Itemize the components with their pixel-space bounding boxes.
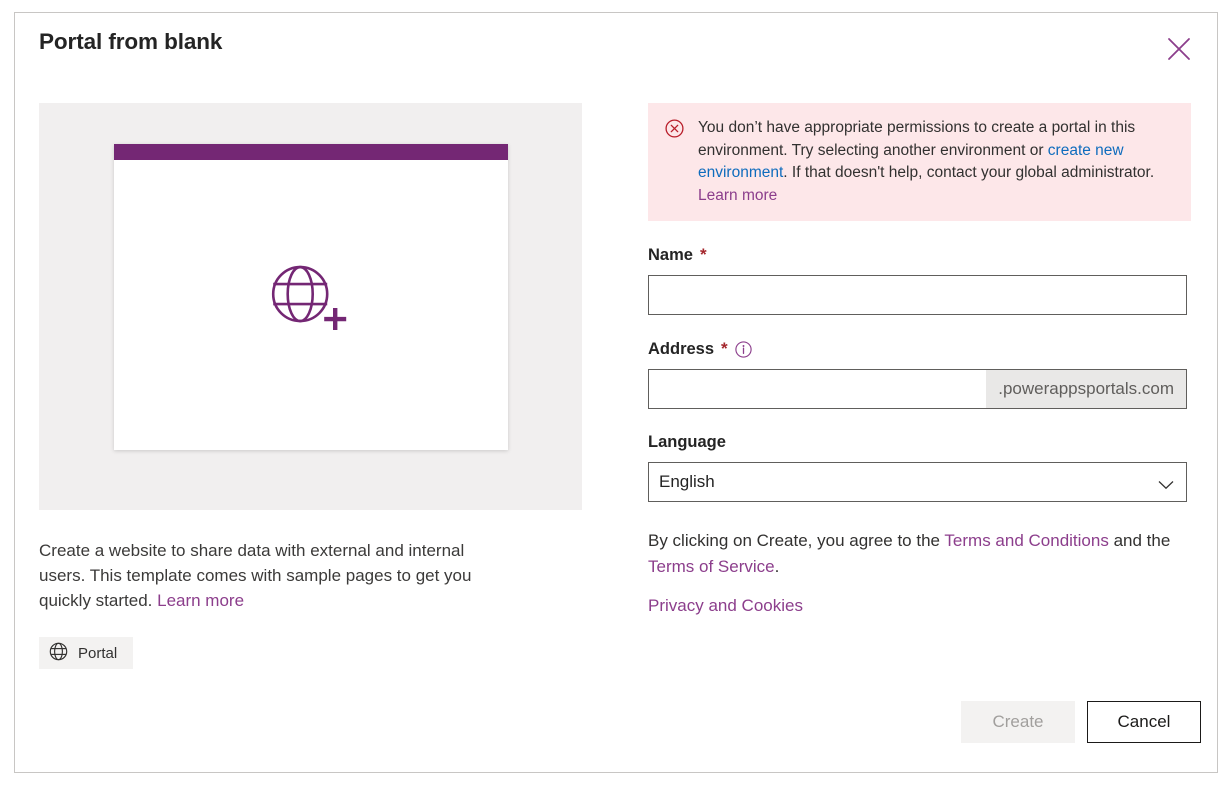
address-label: Address [648, 339, 715, 358]
language-selected-value: English [659, 472, 715, 491]
address-domain-suffix: .powerappsportals.com [986, 370, 1186, 408]
template-tag-label: Portal [78, 644, 118, 662]
privacy-and-cookies-link[interactable]: Privacy and Cookies [648, 596, 803, 616]
terms-part1: By clicking on Create, you agree to the [648, 531, 945, 550]
dialog-header: Portal from blank [15, 13, 1217, 87]
page-title: Portal from blank [39, 29, 223, 54]
globe-icon [49, 642, 68, 665]
info-icon[interactable] [734, 340, 752, 358]
error-text-part2: . If that doesn't help, contact your glo… [783, 164, 1155, 181]
name-field-group: Name * [648, 245, 1193, 315]
name-label-row: Name * [648, 245, 1193, 265]
language-label: Language [648, 433, 726, 451]
language-label-row: Language [648, 433, 1193, 452]
template-tag-portal: Portal [39, 637, 134, 669]
permissions-error-message: You don’t have appropriate permissions t… [648, 103, 1191, 221]
name-input[interactable] [648, 275, 1187, 315]
address-input-wrapper: .powerappsportals.com [648, 369, 1187, 409]
address-label-row: Address * [648, 339, 1193, 359]
terms-agreement-text: By clicking on Create, you agree to the … [648, 528, 1173, 580]
language-select[interactable]: English [648, 462, 1187, 502]
create-button[interactable]: Create [961, 701, 1075, 743]
chevron-down-icon [1158, 477, 1174, 490]
error-circle-x-icon [665, 119, 684, 138]
name-label: Name [648, 245, 693, 264]
cancel-button[interactable]: Cancel [1087, 701, 1201, 743]
close-icon [1166, 36, 1192, 62]
dialog-footer: Create Cancel [961, 701, 1201, 743]
close-button[interactable] [1159, 29, 1199, 69]
template-description-text: Create a website to share data with exte… [39, 541, 472, 610]
preview-card [114, 144, 508, 450]
address-required-marker: * [721, 339, 728, 358]
name-required-marker: * [699, 245, 707, 264]
left-preview-column: Create a website to share data with exte… [39, 103, 595, 669]
portal-from-blank-dialog: Portal from blank Create a website to sh… [14, 12, 1218, 773]
description-learn-more-link[interactable]: Learn more [157, 591, 244, 610]
terms-part2: and the [1108, 531, 1171, 550]
error-learn-more-link[interactable]: Learn more [698, 187, 777, 204]
preview-topbar [114, 144, 508, 160]
terms-of-service-link[interactable]: Terms of Service [648, 557, 775, 576]
right-form-column: You don’t have appropriate permissions t… [648, 103, 1193, 616]
template-preview-panel [39, 103, 582, 510]
terms-and-conditions-link[interactable]: Terms and Conditions [944, 531, 1108, 550]
address-field-group: Address * .powerappsportals.com [648, 339, 1193, 409]
globe-plus-icon [264, 262, 354, 338]
language-field-group: Language English [648, 433, 1193, 502]
terms-part3: . [774, 557, 780, 576]
template-description: Create a website to share data with exte… [39, 538, 509, 613]
address-input[interactable] [649, 370, 987, 408]
